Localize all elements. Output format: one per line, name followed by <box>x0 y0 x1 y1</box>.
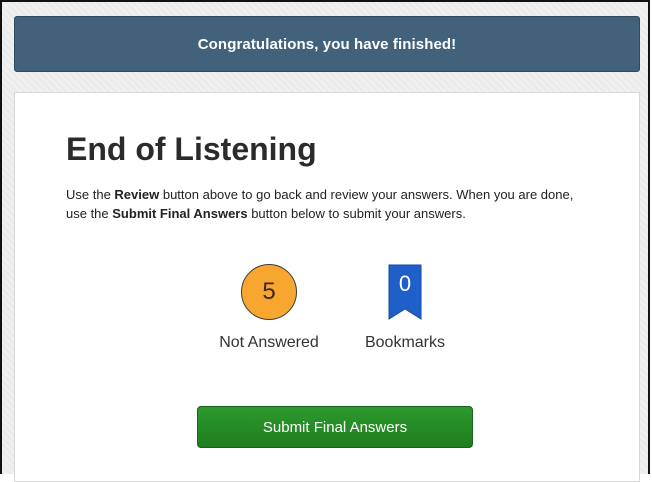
instructions-part-1: Use the <box>66 187 115 202</box>
bookmarks-label: Bookmarks <box>364 334 446 351</box>
not-answered-stat: 5 Not Answered <box>211 264 327 352</box>
submit-keyword: Submit Final Answers <box>112 206 248 221</box>
not-answered-label: Not Answered <box>219 334 319 351</box>
instructions-text: Use the Review button above to go back a… <box>66 185 586 223</box>
instructions-part-3: button below to submit your answers. <box>247 206 466 221</box>
not-answered-count-badge: 5 <box>241 264 297 320</box>
bookmarks-count: 0 <box>398 271 412 296</box>
page-title: End of Listening <box>66 131 317 167</box>
main-card: End of Listening Use the Review button a… <box>14 92 640 482</box>
banner-text: Congratulations, you have finished! <box>197 35 457 53</box>
review-keyword: Review <box>114 187 160 202</box>
submit-final-answers-button[interactable]: Submit Final Answers <box>197 406 473 448</box>
bookmarks-stat: 0 Bookmarks <box>357 264 453 352</box>
bookmark-icon: 0 <box>388 264 422 320</box>
app-frame: Congratulations, you have finished! End … <box>0 0 650 482</box>
completion-banner: Congratulations, you have finished! <box>14 16 640 72</box>
